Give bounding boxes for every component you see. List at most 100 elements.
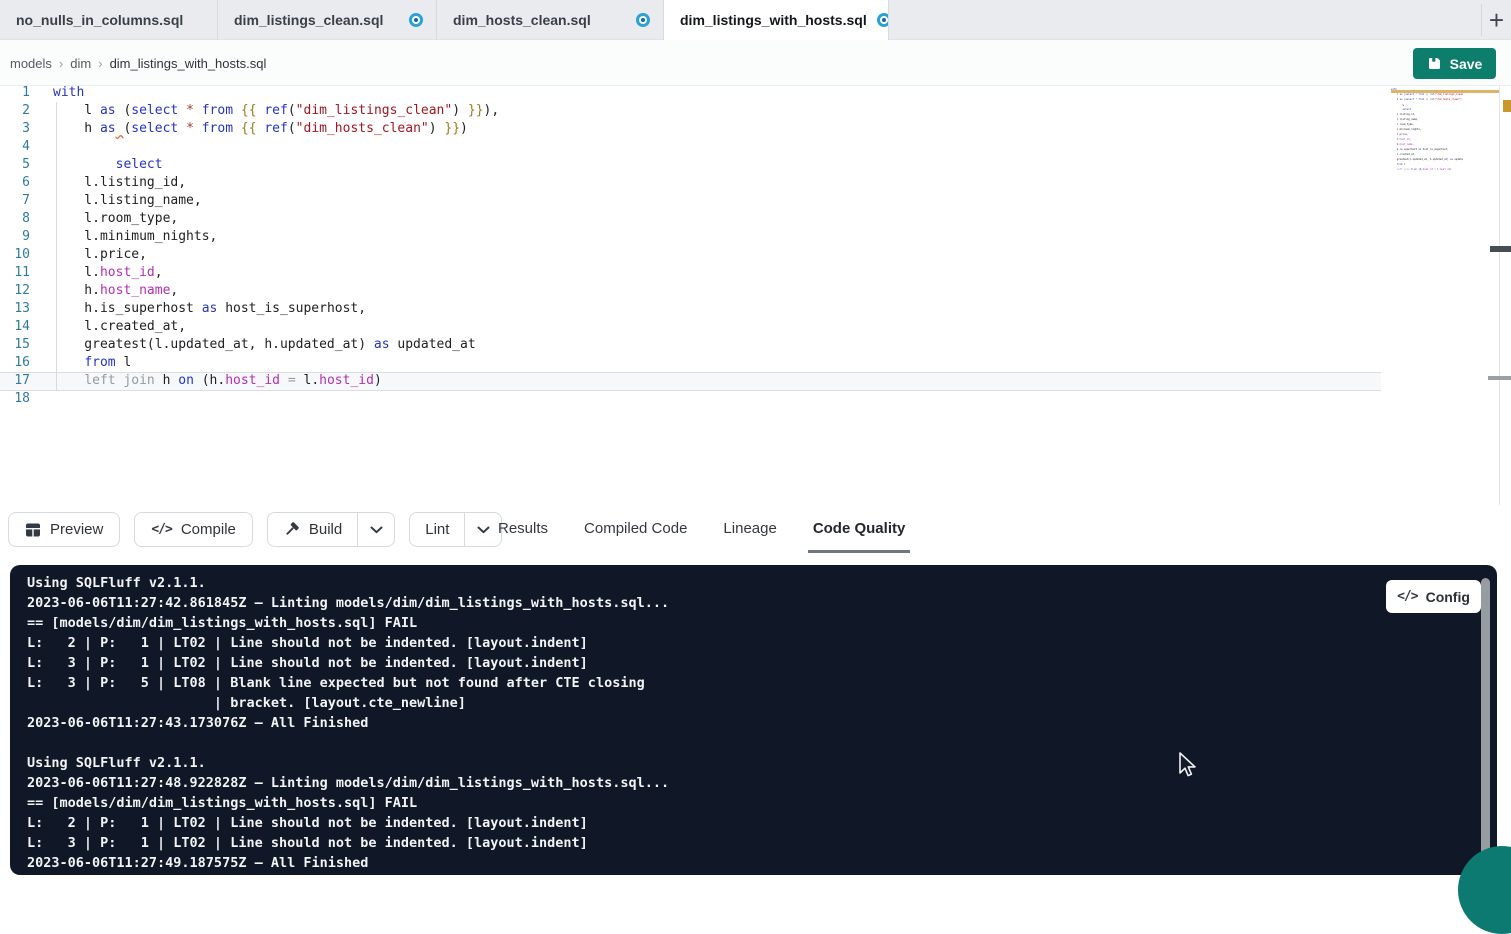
line-number: 15 (0, 336, 30, 354)
preview-button[interactable]: Preview (8, 512, 120, 547)
code-line[interactable]: l.minimum_nights, (53, 228, 499, 246)
terminal-panel[interactable]: Using SQLFluff v2.1.1. 2023-06-06T11:27:… (10, 565, 1497, 875)
minimap-line: h as (select * from {{ ref("dim_hosts_cl… (1391, 97, 1463, 102)
config-button-label: Config (1426, 589, 1470, 605)
lint-button[interactable]: Lint (410, 513, 464, 546)
code-editor[interactable]: 123456789101112131415161718 with l as (s… (0, 86, 1511, 505)
code-line[interactable]: l.host_id, (53, 264, 499, 282)
code-line[interactable]: left join h on (h.host_id = l.host_id) (53, 372, 499, 390)
line-number: 16 (0, 354, 30, 372)
breadcrumb-chevron-icon: › (59, 56, 63, 71)
breadcrumb-item[interactable]: dim_listings_with_hosts.sql (110, 56, 267, 71)
compile-button[interactable]: </> Compile (134, 512, 253, 547)
file-tab-label: no_nulls_in_columns.sql (16, 12, 183, 28)
save-button[interactable]: Save (1413, 48, 1496, 79)
line-number: 7 (0, 192, 30, 210)
unsaved-changes-icon-ring (880, 16, 888, 24)
chevron-down-icon (370, 526, 383, 534)
line-number: 12 (0, 282, 30, 300)
line-number: 3 (0, 120, 30, 138)
compiled-code-tab[interactable]: Compiled Code (582, 505, 689, 552)
new-tab-button[interactable]: + (1481, 4, 1511, 36)
breadcrumb-bar: models › dim › dim_listings_with_hosts.sql S… (0, 40, 1511, 86)
build-button-label: Build (309, 521, 342, 538)
build-button[interactable]: Build (268, 513, 357, 546)
save-button-label: Save (1450, 56, 1483, 72)
file-tab[interactable]: dim_listings_with_hosts.sql (664, 0, 889, 40)
line-number: 13 (0, 300, 30, 318)
lineage-tab[interactable]: Lineage (721, 505, 778, 552)
unsaved-changes-icon (877, 13, 889, 27)
code-icon: </> (151, 522, 171, 537)
code-quality-tab[interactable]: Code Quality (811, 505, 908, 552)
code-line[interactable] (53, 138, 499, 156)
unsaved-changes-icon-core (882, 18, 886, 22)
code-line[interactable]: l.listing_name, (53, 192, 499, 210)
terminal-output: Using SQLFluff v2.1.1. 2023-06-06T11:27:… (27, 573, 669, 873)
code-icon: </> (1397, 589, 1417, 604)
hammer-icon (283, 521, 300, 538)
code-line[interactable]: h.host_name, (53, 282, 499, 300)
scroll-position-marker[interactable] (1490, 246, 1511, 252)
line-number: 18 (0, 390, 30, 408)
line-number: 2 (0, 102, 30, 120)
code-lines[interactable]: with l as (select * from {{ ref("dim_lis… (53, 84, 499, 408)
minimap[interactable]: with l as (select * from {{ ref("dim_lis… (1391, 87, 1463, 197)
unsaved-changes-icon-core (641, 18, 645, 22)
file-tab-label: dim_listings_with_hosts.sql (680, 12, 867, 28)
code-line[interactable]: l.created_at, (53, 318, 499, 336)
line-number: 6 (0, 174, 30, 192)
action-bar: Preview </> Compile Build Lint (0, 505, 1511, 565)
code-line[interactable]: l.price, (53, 246, 499, 264)
line-number: 5 (0, 156, 30, 174)
line-number: 17 (0, 372, 30, 390)
file-tab[interactable]: dim_hosts_clean.sql (437, 0, 664, 40)
overview-ruler-border (1499, 86, 1500, 505)
file-tab[interactable]: dim_listings_clean.sql (218, 0, 437, 40)
breadcrumb: models › dim › dim_listings_with_hosts.sql (10, 40, 266, 86)
code-line[interactable]: l.listing_id, (53, 174, 499, 192)
line-number: 14 (0, 318, 30, 336)
save-icon (1427, 56, 1442, 71)
unsaved-changes-icon (636, 13, 650, 27)
line-number-gutter: 123456789101112131415161718 (0, 84, 30, 408)
unsaved-changes-icon-core (414, 18, 418, 22)
compile-button-label: Compile (181, 521, 236, 538)
result-tabs: Results Compiled Code Lineage Code Quality (496, 505, 907, 552)
code-line[interactable]: from l (53, 354, 499, 372)
table-icon (25, 522, 41, 538)
line-number: 4 (0, 138, 30, 156)
line-number: 9 (0, 228, 30, 246)
code-line[interactable]: greatest(l.updated_at, h.updated_at) as … (53, 336, 499, 354)
code-line[interactable]: l as (select * from {{ ref("dim_listings… (53, 102, 499, 120)
unsaved-changes-icon (409, 13, 423, 27)
unsaved-changes-icon-ring (639, 16, 647, 24)
file-tab[interactable]: no_nulls_in_columns.sql (0, 0, 218, 40)
warning-marker (1503, 100, 1511, 112)
code-line[interactable]: h.is_superhost as host_is_superhost, (53, 300, 499, 318)
dbt-ide-page: { "tabbar": { "tabs": [ { "label": "no_n… (0, 0, 1511, 875)
lint-split-button: Lint (409, 512, 502, 547)
code-line[interactable]: l.room_type, (53, 210, 499, 228)
file-tab-label: dim_hosts_clean.sql (453, 12, 591, 28)
code-line[interactable]: with (53, 84, 499, 102)
line-number: 8 (0, 210, 30, 228)
chevron-down-icon (477, 526, 490, 534)
line-number: 11 (0, 264, 30, 282)
code-line[interactable] (53, 390, 499, 408)
editor-action-buttons: Preview </> Compile Build Lint (8, 512, 502, 547)
file-tab-bar: no_nulls_in_columns.sql dim_listings_clea… (0, 0, 1511, 40)
config-button[interactable]: </> Config (1386, 580, 1481, 613)
plus-icon: + (1489, 7, 1504, 33)
build-dropdown-button[interactable] (357, 513, 394, 546)
terminal-scrollbar[interactable] (1481, 578, 1490, 870)
code-line[interactable]: select (53, 156, 499, 174)
lint-button-label: Lint (425, 521, 449, 538)
line-number: 10 (0, 246, 30, 264)
breadcrumb-item[interactable]: models (10, 56, 52, 71)
breadcrumb-chevron-icon: › (98, 56, 102, 71)
build-split-button: Build (267, 512, 395, 547)
results-tab[interactable]: Results (496, 505, 550, 552)
code-line[interactable]: h as (select * from {{ ref("dim_hosts_cl… (53, 120, 499, 138)
breadcrumb-item[interactable]: dim (70, 56, 91, 71)
